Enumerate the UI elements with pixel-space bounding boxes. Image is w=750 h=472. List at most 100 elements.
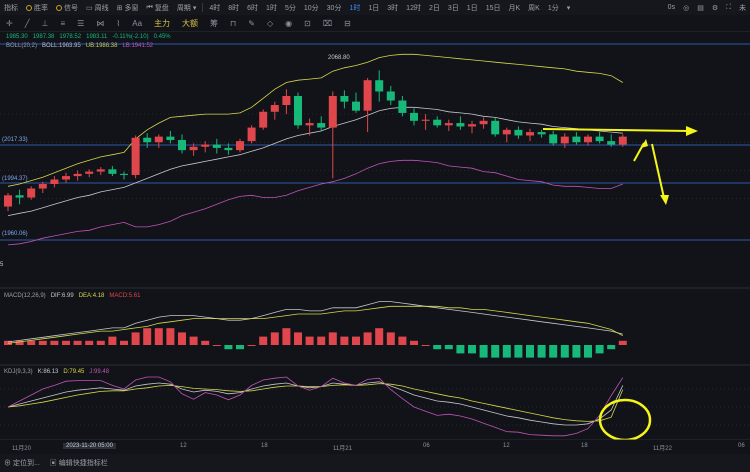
- macd-bar: [444, 345, 453, 350]
- macd-bar: [328, 332, 337, 345]
- large-order-button[interactable]: 大额: [176, 15, 204, 31]
- candle-body: [491, 120, 500, 135]
- dea-line: [7, 305, 623, 344]
- x-label: 11月22: [653, 446, 672, 452]
- level-label-2: (1994.37): [2, 176, 28, 182]
- candle-body: [108, 169, 117, 174]
- macd-bar: [491, 345, 500, 358]
- gear-icon[interactable]: ⚙: [708, 0, 722, 15]
- candle-body: [514, 129, 523, 136]
- candle-body: [166, 136, 175, 140]
- candle-body: [572, 136, 581, 143]
- toolbar-item-signal[interactable]: 信号: [52, 0, 82, 15]
- boll-upper-line: [7, 53, 624, 187]
- candle-body: [62, 176, 70, 180]
- toolbar-item-indicators[interactable]: 指标: [0, 0, 22, 15]
- toolbar-item-weekly[interactable]: ▭ 周线: [82, 0, 113, 15]
- toolbar-item-replay[interactable]: ⏮ 复盘: [143, 0, 173, 15]
- timeframe-option[interactable]: 1日: [463, 0, 482, 15]
- magnet-icon[interactable]: ⊓: [224, 15, 242, 31]
- level-label-1: (2017.33): [2, 137, 28, 143]
- x-label: 18: [261, 443, 268, 449]
- fib-icon[interactable]: ☰: [71, 15, 90, 31]
- drawing-toolbar: ✛ ╱ ⊥ ≡ ☰ ⋈ ⌇ Aa 主力 大额 筹 ⊓ ✎ ◇ ◉ ⊡ ⌧ ⊟: [0, 15, 750, 32]
- edit-indicator-bar-button[interactable]: ▣ 编辑快捷指标栏: [50, 458, 108, 468]
- pitchfork-icon[interactable]: ⋈: [90, 15, 110, 31]
- macd-bar: [166, 328, 175, 345]
- chips-button[interactable]: 筹: [204, 15, 224, 31]
- main-force-button[interactable]: 主力: [148, 15, 176, 31]
- candle-body: [363, 80, 372, 111]
- candle-body: [15, 195, 24, 198]
- dif-line: [7, 301, 623, 343]
- macd-bar: [421, 345, 430, 346]
- layout-icon[interactable]: ▤: [693, 0, 708, 15]
- expand-icon[interactable]: ▾: [563, 0, 575, 15]
- candle-body: [131, 137, 140, 175]
- eye-icon[interactable]: ◉: [279, 15, 298, 31]
- candle-body: [50, 179, 59, 184]
- cursor-icon[interactable]: ✛: [0, 15, 19, 31]
- candle-body: [212, 144, 221, 148]
- macd-bar: [584, 345, 592, 358]
- locate-button[interactable]: ⊕ 定位到...: [4, 458, 40, 468]
- timeframe-option[interactable]: 4时: [205, 0, 224, 15]
- x-label: 06: [738, 443, 745, 449]
- macd-bar: [549, 345, 558, 358]
- highlight-circle: [598, 398, 652, 440]
- timeframe-option[interactable]: 1日: [364, 0, 383, 15]
- brush-icon[interactable]: ⌇: [110, 15, 126, 31]
- trash-icon[interactable]: ⌧: [317, 15, 338, 31]
- candle-body: [479, 120, 488, 125]
- level-label-3: (1960.06): [2, 231, 28, 237]
- channel-icon[interactable]: ≡: [55, 15, 72, 31]
- macd-bar: [468, 345, 476, 354]
- macd-bar: [189, 336, 198, 345]
- macd-bar: [398, 336, 407, 345]
- timeframe-option[interactable]: 6时: [243, 0, 262, 15]
- eraser-icon[interactable]: ◇: [261, 15, 279, 31]
- period-label: 周期: [176, 4, 191, 12]
- timeframe-option[interactable]: 2日: [425, 0, 444, 15]
- line-icon[interactable]: ╱: [19, 15, 36, 31]
- macd-bar: [352, 336, 360, 345]
- timeframe-option[interactable]: 10分: [300, 0, 323, 15]
- timeframe-option[interactable]: 30分: [323, 0, 346, 15]
- timeframe-option[interactable]: 12时: [402, 0, 425, 15]
- pen-icon[interactable]: ✎: [242, 15, 261, 31]
- candle-body: [398, 100, 407, 113]
- more-label[interactable]: 未: [735, 0, 750, 15]
- price-chart[interactable]: [0, 32, 750, 440]
- timeframe-option[interactable]: 15日: [482, 0, 505, 15]
- arrow-line: [651, 143, 665, 199]
- j-line: [7, 376, 624, 437]
- text-tool[interactable]: Aa: [126, 15, 148, 31]
- camera-icon[interactable]: ◎: [679, 0, 693, 15]
- toolbar-item-winrate[interactable]: 胜率: [22, 0, 52, 15]
- timeframe-option[interactable]: 5分: [281, 0, 300, 15]
- timeframe-option[interactable]: 1时: [262, 0, 281, 15]
- macd-bar: [607, 345, 616, 350]
- timeframe-option[interactable]: 3日: [444, 0, 463, 15]
- macd-bar: [38, 340, 47, 345]
- candle-body: [294, 96, 302, 126]
- candle-body: [38, 184, 47, 189]
- arrow-line: [542, 128, 691, 132]
- toolbar-item-multiwindow[interactable]: ⊞ 多窗: [113, 0, 143, 15]
- layers-icon[interactable]: ⊟: [338, 15, 357, 31]
- timeframe-option[interactable]: 月K: [504, 0, 524, 15]
- macd-bar: [224, 345, 233, 350]
- x-label-crosshair: 2023-11-20 05:00: [63, 443, 116, 449]
- timeframe-option[interactable]: 3时: [383, 0, 402, 15]
- timeframe-option[interactable]: 周K: [524, 0, 544, 15]
- timeframe-option[interactable]: 8时: [224, 0, 243, 15]
- candle-body: [282, 96, 291, 106]
- toolbar-item-period[interactable]: 周期 ▾: [173, 0, 201, 15]
- candle-body: [352, 101, 360, 111]
- timeframe-option[interactable]: 1分: [544, 0, 563, 15]
- ruler-icon[interactable]: ⊥: [36, 15, 55, 31]
- timeframe-option[interactable]: 1时: [345, 0, 364, 15]
- lock-icon[interactable]: ⊡: [298, 15, 317, 31]
- fullscreen-icon[interactable]: ⛶: [722, 0, 735, 15]
- macd-bar: [154, 328, 163, 345]
